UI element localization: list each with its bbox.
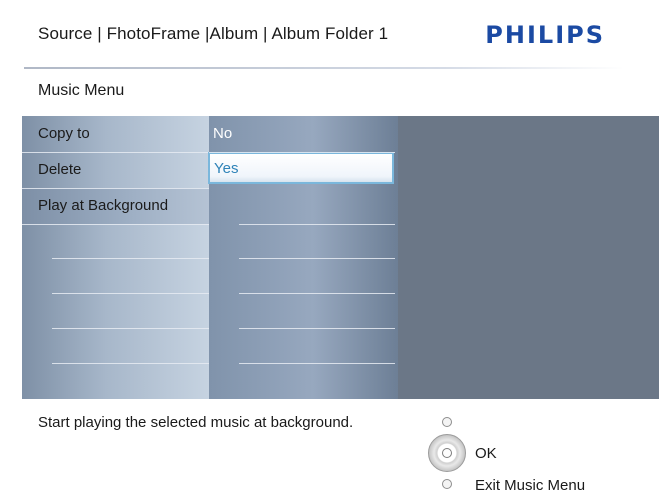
menu-panels: Copy to Delete Play at Background No Yes [22,116,659,399]
menu-item-copy-to[interactable]: Copy to [22,116,209,152]
ok-label: OK [475,445,497,462]
menu-separator [22,188,209,189]
option-separator [209,152,395,153]
preview-area [398,116,659,399]
navigation-up-icon [442,417,452,427]
menu-column: Copy to Delete Play at Background [22,116,209,399]
option-separator [239,363,395,364]
menu-separator [52,363,209,364]
option-separator [239,224,395,225]
menu-separator [52,258,209,259]
menu-item-delete[interactable]: Delete [22,152,209,188]
photo-frame-screen: Source | FhotoFrame |Album | Album Folde… [0,0,659,504]
menu-button-icon [442,479,452,489]
header: Source | FhotoFrame |Album | Album Folde… [0,0,659,70]
option-separator [239,328,395,329]
menu-separator [22,224,209,225]
option-yes[interactable]: Yes [208,152,394,184]
page-title: Music Menu [38,82,125,99]
ok-button-center-icon [442,448,452,458]
breadcrumb: Source | FhotoFrame |Album | Album Folde… [38,24,389,43]
menu-item-play-at-background[interactable]: Play at Background [22,188,209,224]
help-text: Start playing the selected music at back… [38,414,354,431]
philips-logo: PHILIPS [485,21,605,49]
header-divider [24,67,624,69]
ok-button-icon[interactable] [428,434,466,472]
menu-separator [52,328,209,329]
option-separator [239,258,395,259]
menu-separator [22,152,209,153]
menu-separator [52,293,209,294]
option-no[interactable]: No [209,116,398,152]
exit-music-menu-label: Exit Music Menu [475,477,586,494]
options-column: No Yes [208,116,398,399]
option-separator [239,293,395,294]
